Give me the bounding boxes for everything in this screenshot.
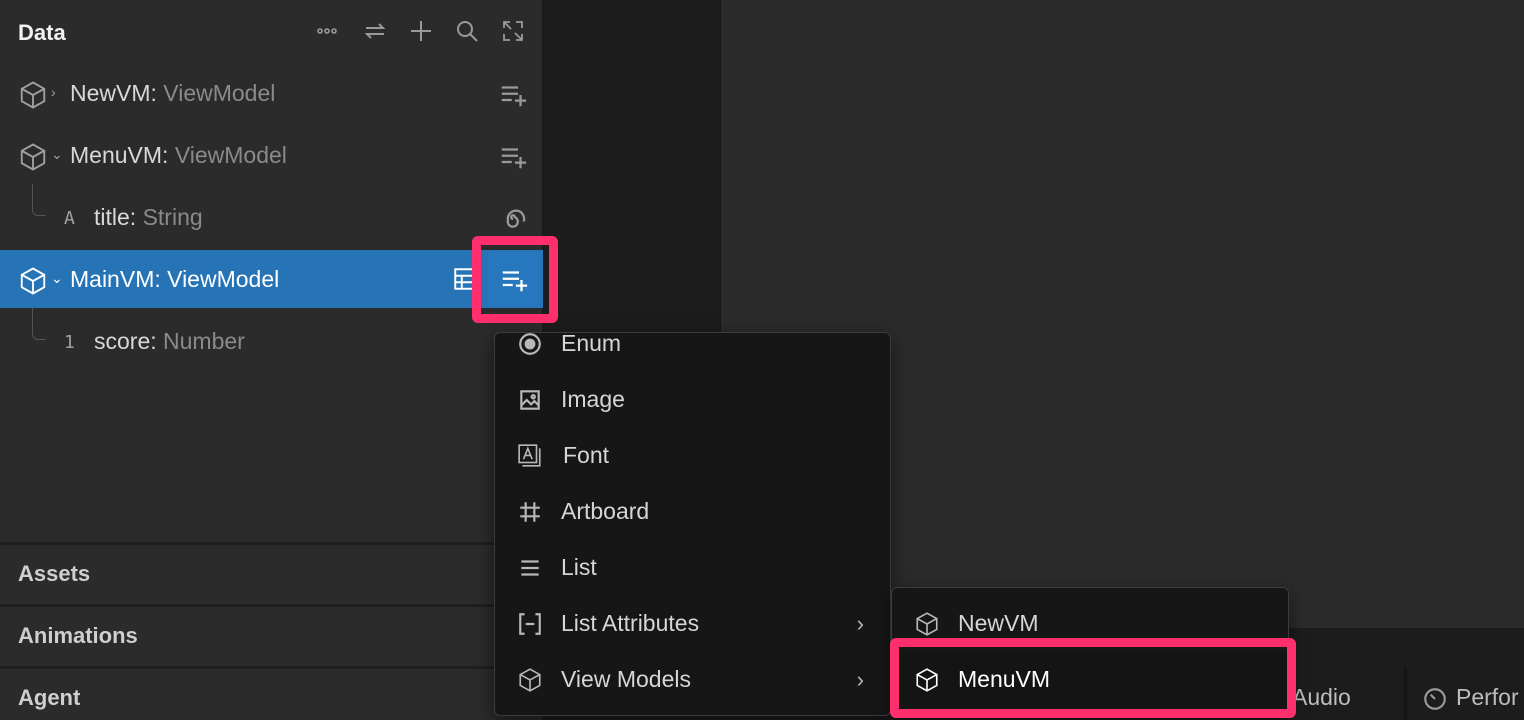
- number-type-icon: 1: [64, 332, 75, 353]
- tree-row-menuvm[interactable]: ⌄ MenuVM: ViewModel: [0, 126, 543, 184]
- add-property-menu: Enum Image Font Artboard List List Attri…: [494, 330, 891, 716]
- font-icon: [515, 441, 545, 471]
- string-type-icon: A: [64, 208, 75, 229]
- tab-audio-label: Audio: [1292, 684, 1351, 710]
- tree-row-mainvm[interactable]: ⌄ MainVM: ViewModel: [0, 250, 543, 308]
- swap-icon[interactable]: [362, 18, 388, 44]
- bind-spiral-icon[interactable]: [498, 204, 528, 234]
- tab-performance-label: Perfor: [1456, 684, 1519, 710]
- tab-performance[interactable]: Perfor: [1422, 670, 1519, 720]
- tree-item-label: title: String: [94, 204, 203, 230]
- menu-item-font[interactable]: Font: [495, 429, 890, 485]
- add-icon[interactable]: [408, 18, 434, 44]
- add-property-button[interactable]: [488, 252, 540, 307]
- chevron-right-icon[interactable]: ›: [51, 84, 56, 100]
- animations-section-title: Animations: [18, 623, 138, 648]
- cube-icon: [18, 142, 48, 172]
- add-property-icon[interactable]: [498, 80, 528, 110]
- cube-icon: [912, 665, 942, 695]
- tree-row-score-property[interactable]: 1 score: Number: [0, 308, 543, 370]
- cube-icon: [912, 609, 942, 639]
- assets-section-header[interactable]: Assets: [0, 542, 543, 604]
- agent-section-title: Agent: [18, 685, 81, 710]
- artboard-icon: [515, 497, 545, 527]
- data-panel-header: Data: [0, 0, 543, 64]
- tree-connector: [32, 184, 46, 216]
- tree-connector: [32, 308, 46, 340]
- submenu-item-menuvm[interactable]: MenuVM: [892, 653, 1288, 709]
- menu-item-enum[interactable]: Enum: [495, 317, 890, 373]
- search-icon[interactable]: [454, 18, 480, 44]
- table-icon[interactable]: [452, 266, 478, 292]
- tab-divider: [1404, 668, 1407, 720]
- list-attributes-icon: [515, 609, 545, 639]
- tree-row-newvm[interactable]: › NewVM: ViewModel: [0, 64, 543, 122]
- menu-item-artboard[interactable]: Artboard: [495, 485, 890, 541]
- menu-item-view-models[interactable]: View Models ›: [495, 653, 890, 709]
- cube-icon: [18, 80, 48, 110]
- tab-audio[interactable]: Audio: [1292, 670, 1351, 720]
- cube-icon: [515, 665, 545, 695]
- menu-item-list[interactable]: List: [495, 541, 890, 597]
- add-property-icon: [502, 270, 528, 291]
- chevron-right-icon: ›: [856, 667, 864, 692]
- tree-item-label: NewVM: ViewModel: [70, 80, 276, 106]
- gauge-icon: [1422, 686, 1448, 712]
- chevron-down-icon[interactable]: ⌄: [51, 270, 63, 287]
- menu-item-list-attributes[interactable]: List Attributes ›: [495, 597, 890, 653]
- tree-item-label: MainVM: ViewModel: [70, 266, 280, 292]
- tree-row-title-property[interactable]: A title: String: [0, 184, 543, 246]
- tree-item-label: MenuVM: ViewModel: [70, 142, 287, 168]
- chevron-right-icon: ›: [856, 611, 864, 636]
- submenu-item-newvm[interactable]: NewVM: [892, 597, 1288, 653]
- animations-section-header[interactable]: Animations: [0, 604, 543, 666]
- view-models-submenu: NewVM MenuVM: [891, 587, 1289, 717]
- assets-section-title: Assets: [18, 561, 91, 586]
- tree-item-label: score: Number: [94, 328, 245, 354]
- more-icon[interactable]: [314, 18, 340, 44]
- expand-icon[interactable]: [500, 18, 526, 44]
- list-icon: [515, 553, 545, 583]
- data-panel-title: Data: [18, 20, 66, 45]
- menu-item-image[interactable]: Image: [495, 373, 890, 429]
- chevron-down-icon[interactable]: ⌄: [51, 146, 63, 163]
- add-property-icon[interactable]: [498, 142, 528, 172]
- cube-icon: [18, 266, 48, 296]
- radio-icon: [515, 329, 545, 359]
- agent-section-header[interactable]: Agent: [0, 666, 543, 720]
- image-icon: [515, 385, 545, 415]
